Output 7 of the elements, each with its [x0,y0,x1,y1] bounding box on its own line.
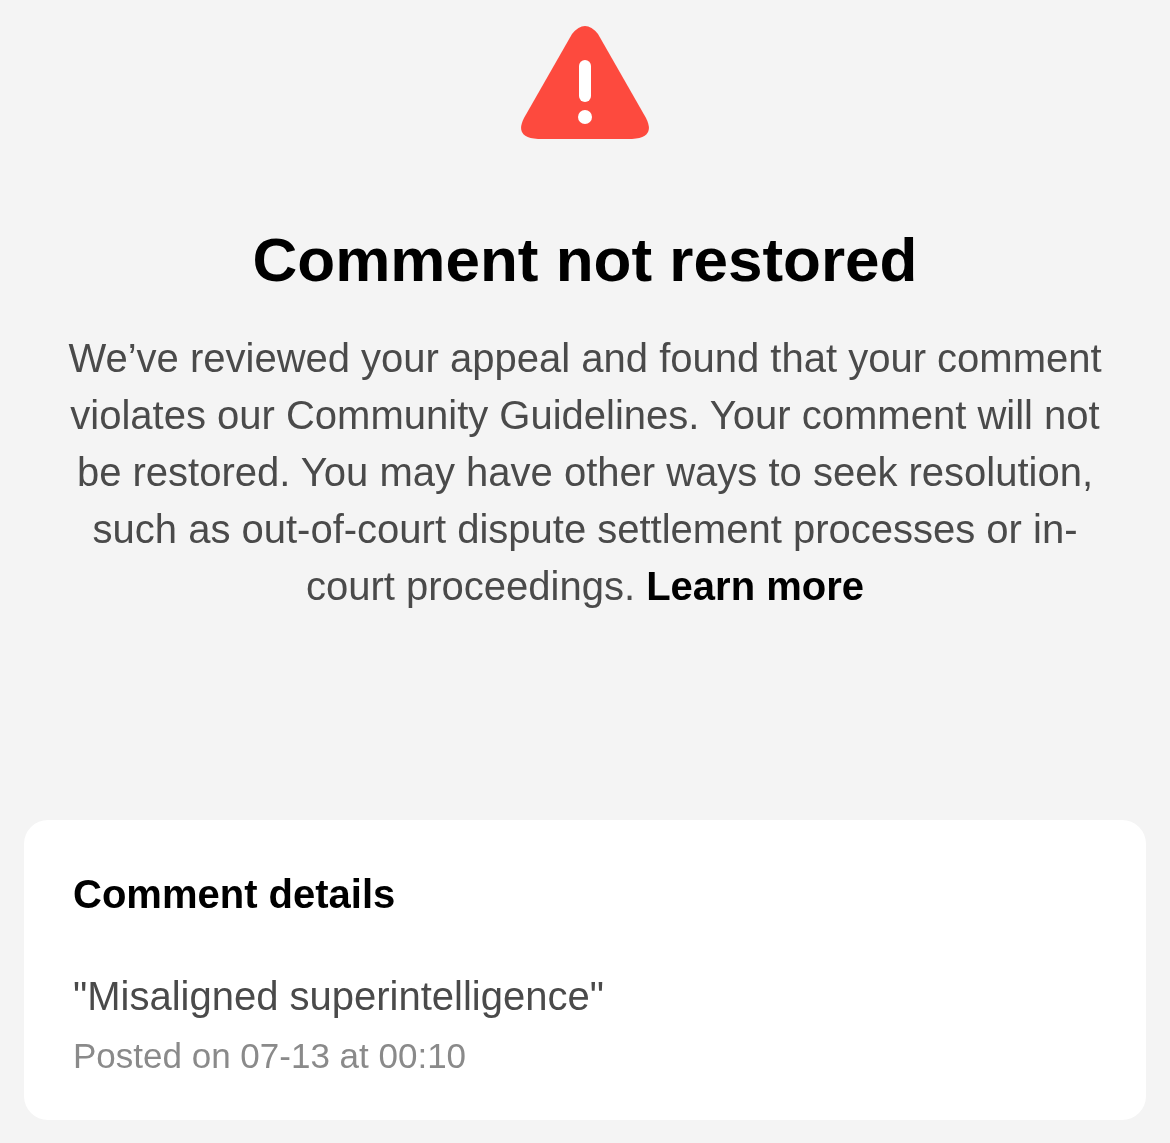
learn-more-link[interactable]: Learn more [646,564,865,608]
alert-title: Comment not restored [252,224,918,296]
card-heading: Comment details [73,871,397,918]
posted-time: Posted on 07-13 at 00:10 [73,1035,468,1077]
alert-message: We’ve reviewed your appeal and found that your comment violates our Community Guidelines. Your comment will not be restored. You may have other ways to seek resolution, such as out-of-court dispute settlement processes or in-court proceedings. Learn more [67,335,1103,610]
warning-icon [520,26,650,140]
comment-text: "Misaligned superintelligence" [73,973,605,1020]
